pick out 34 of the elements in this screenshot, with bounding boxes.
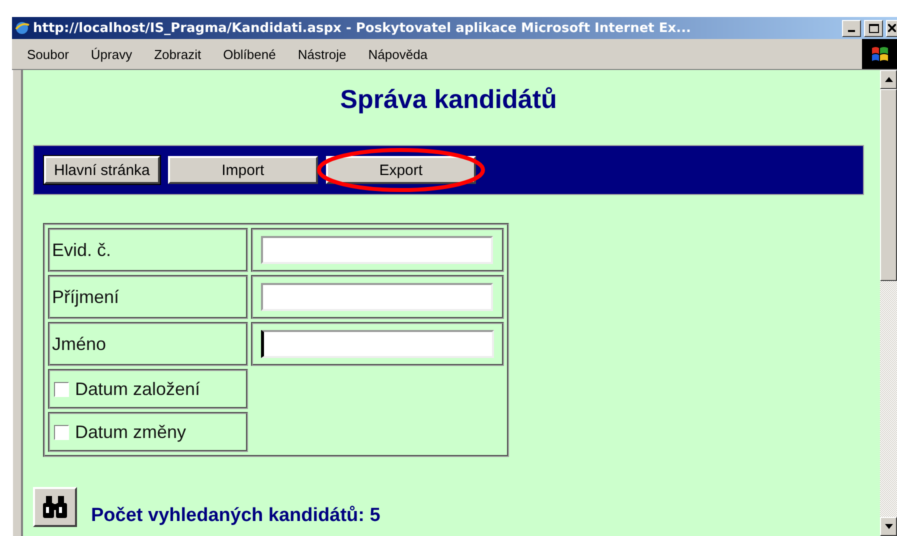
field-label: Jméno	[48, 322, 248, 366]
binoculars-icon	[40, 494, 70, 520]
field-label: Evid. č.	[48, 228, 248, 272]
nav-button[interactable]: Export	[326, 156, 476, 184]
field-label: Příjmení	[48, 275, 248, 319]
windows-logo-icon	[862, 39, 897, 69]
checkbox-label: Datum založení	[75, 378, 200, 400]
nav-button[interactable]: Import	[168, 156, 318, 184]
checkbox-label: Datum změny	[75, 422, 186, 442]
maximize-icon	[868, 24, 878, 32]
checkbox[interactable]	[54, 382, 69, 396]
input-field[interactable]	[261, 330, 494, 358]
scroll-up-icon	[884, 77, 892, 82]
minimize-button[interactable]	[842, 20, 861, 36]
menu-item[interactable]: Oblíbené	[212, 46, 287, 62]
menu-item[interactable]: Nástroje	[286, 46, 358, 62]
menu-item[interactable]: Zobrazit	[143, 46, 212, 62]
close-icon	[888, 24, 896, 32]
menu-item[interactable]: Nápověda	[357, 46, 439, 62]
page-heading: Správa kandidátů	[339, 84, 558, 115]
window-title: http://localhost/IS_Pragma/Kandidati.aspx - Poskytovatel aplikace Microsoft Internet Ex...	[33, 20, 692, 36]
result-count: Počet vyhledaných kandidátů: 5	[91, 505, 380, 527]
close-button[interactable]	[886, 20, 897, 36]
menu-item[interactable]: Soubor	[16, 46, 80, 62]
browser-icon	[14, 20, 30, 36]
menu-item[interactable]: Úpravy	[80, 46, 144, 62]
scrollbar[interactable]	[880, 70, 897, 536]
input-field[interactable]	[261, 283, 493, 311]
checkbox[interactable]	[54, 424, 69, 440]
search-button[interactable]	[33, 487, 77, 527]
nav-button[interactable]: Hlavní stránka	[44, 156, 160, 184]
input-field[interactable]	[261, 236, 493, 264]
maximize-button[interactable]	[864, 20, 883, 36]
scroll-down-icon	[884, 524, 892, 529]
